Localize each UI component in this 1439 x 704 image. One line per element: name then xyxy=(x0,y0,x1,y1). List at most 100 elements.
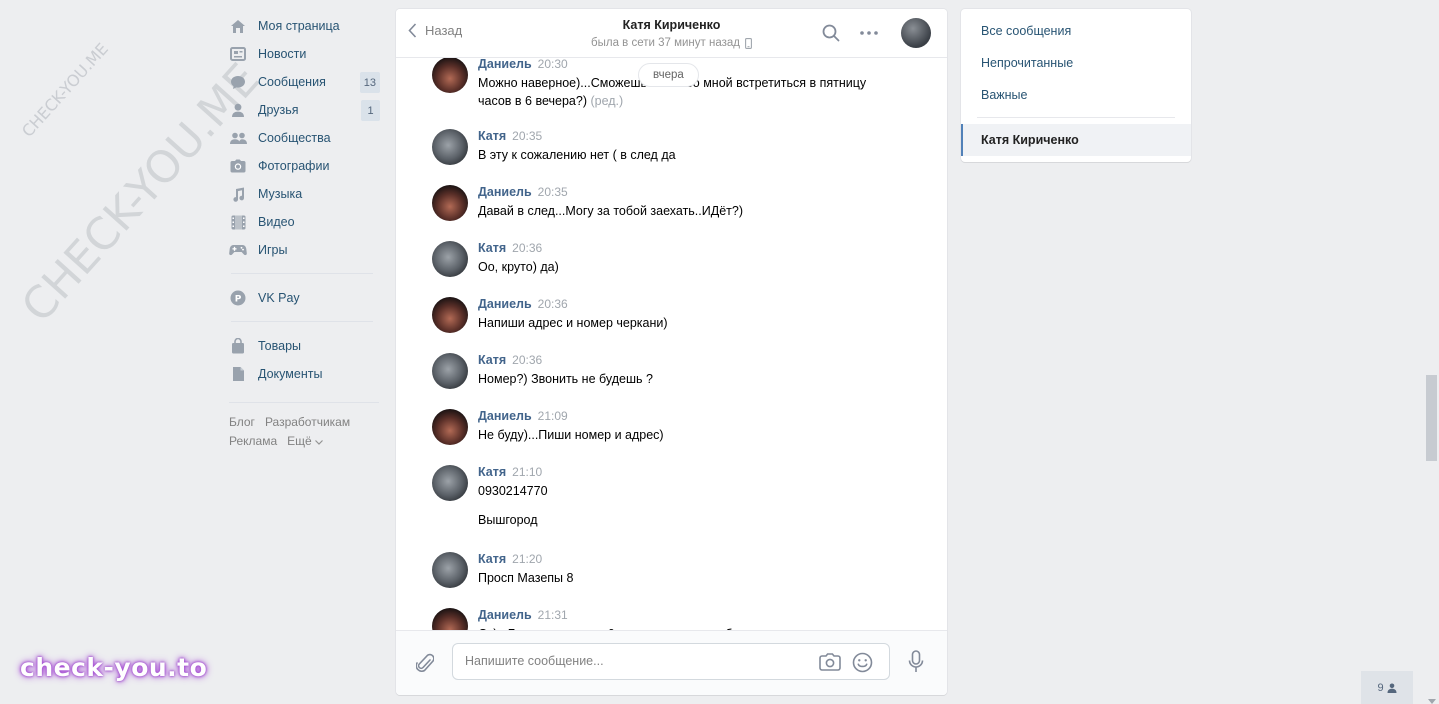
paperclip-icon[interactable] xyxy=(415,652,435,677)
message-text: Номер?) Звонить не будешь ? xyxy=(478,370,873,388)
author-name: Катя xyxy=(478,353,507,367)
chevron-down-icon xyxy=(315,439,323,445)
footer-blog-link[interactable]: Блог xyxy=(229,415,255,429)
video-icon xyxy=(229,213,247,231)
nav-item-video[interactable]: Видео xyxy=(229,208,381,236)
nav-item-photos[interactable]: Фотографии xyxy=(229,152,381,180)
panel-divider xyxy=(977,117,1175,118)
message-author[interactable]: Даниель 20:35 xyxy=(478,185,568,199)
active-dialog-tab[interactable]: Катя Кириченко xyxy=(961,124,1191,156)
dialogs-filter-panel: Все сообщения Непрочитанные Важные Катя … xyxy=(961,9,1191,162)
message-author[interactable]: Катя 20:36 xyxy=(478,353,542,367)
footer-ads-link[interactable]: Реклама xyxy=(229,434,277,448)
message-time[interactable]: 21:10 xyxy=(512,465,542,479)
day-separator: вчера xyxy=(638,63,699,87)
filter-important[interactable]: Важные xyxy=(961,79,1191,111)
message-author[interactable]: Катя 21:10 xyxy=(478,465,542,479)
message-time[interactable]: 21:20 xyxy=(512,552,542,566)
message-body: Просп Мазепы 8 xyxy=(478,571,574,585)
footer-dev-link[interactable]: Разработчикам xyxy=(265,415,350,429)
message-text: Просп Мазепы 8 xyxy=(478,569,873,587)
message-time[interactable]: 21:31 xyxy=(538,608,568,622)
nav-item-groups[interactable]: Сообщества xyxy=(229,124,381,152)
message-body: Оо, круто) да) xyxy=(478,260,559,274)
message-history[interactable]: вчера Даниель 20:30 Можно наверное)...Смож… xyxy=(396,58,947,630)
online-friends-button[interactable]: 9 xyxy=(1361,671,1413,704)
nav-item-games[interactable]: Игры xyxy=(229,236,381,264)
friends-icon xyxy=(229,101,247,119)
nav-item-messages[interactable]: Сообщения 13 xyxy=(229,68,381,96)
message-body: Не буду)...Пиши номер и адрес) xyxy=(478,428,664,442)
author-name: Даниель xyxy=(478,297,532,311)
nav-divider xyxy=(231,273,373,274)
message-time[interactable]: 20:35 xyxy=(538,185,568,199)
footer-more-link[interactable]: Ещё xyxy=(287,434,323,448)
message-author[interactable]: Даниель 21:09 xyxy=(478,409,568,423)
page-scrollbar-thumb[interactable] xyxy=(1426,375,1437,461)
message-time[interactable]: 20:36 xyxy=(538,297,568,311)
message-avatar[interactable] xyxy=(432,608,468,630)
messages-count-badge: 13 xyxy=(359,72,380,93)
message-author[interactable]: Даниель 21:31 xyxy=(478,608,568,622)
more-actions-icon[interactable] xyxy=(859,24,879,45)
nav-item-my-page[interactable]: Моя страница xyxy=(229,12,381,40)
scroll-down-arrow-icon[interactable] xyxy=(1428,693,1436,704)
author-name: Даниель xyxy=(478,409,532,423)
message-avatar[interactable] xyxy=(432,129,468,165)
nav-item-music[interactable]: Музыка xyxy=(229,180,381,208)
author-name: Даниель xyxy=(478,608,532,622)
brand-watermark: check-you.to xyxy=(20,653,208,682)
message-author[interactable]: Катя 20:36 xyxy=(478,241,542,255)
nav-item-news[interactable]: Новости xyxy=(229,40,381,68)
message-author[interactable]: Даниель 20:36 xyxy=(478,297,568,311)
emoji-icon[interactable] xyxy=(852,652,873,676)
message-composer xyxy=(396,630,947,695)
watermark-small: CHECK-YOU.ME xyxy=(18,39,112,141)
message-avatar[interactable] xyxy=(432,297,468,333)
home-icon xyxy=(229,17,247,35)
message-time[interactable]: 21:09 xyxy=(538,409,568,423)
message-text: Давай в след...Могу за тобой заехать..ИД… xyxy=(478,202,873,220)
message-avatar[interactable] xyxy=(432,465,468,501)
search-icon[interactable] xyxy=(822,24,840,45)
filter-all-messages[interactable]: Все сообщения xyxy=(961,15,1191,47)
message-avatar[interactable] xyxy=(432,58,468,93)
message-time[interactable]: 20:36 xyxy=(512,353,542,367)
messages-icon xyxy=(229,73,247,91)
message-time[interactable]: 20:36 xyxy=(512,241,542,255)
message-avatar[interactable] xyxy=(432,185,468,221)
message-time[interactable]: 20:30 xyxy=(538,58,568,71)
message-avatar[interactable] xyxy=(432,409,468,445)
nav-item-documents[interactable]: Документы xyxy=(229,360,381,388)
message-author[interactable]: Катя 21:20 xyxy=(478,552,542,566)
chat-header: Назад Катя Кириченко была в сети 37 мину… xyxy=(396,9,947,58)
message-time[interactable]: 20:35 xyxy=(512,129,542,143)
nav-item-vkpay[interactable]: P VK Pay xyxy=(229,284,381,312)
camera-icon[interactable] xyxy=(819,653,841,674)
message-body: Номер?) Звонить не будешь ? xyxy=(478,372,653,386)
microphone-icon[interactable] xyxy=(908,650,924,677)
svg-text:P: P xyxy=(235,295,242,305)
message-text: Оо, круто) да) xyxy=(478,258,873,276)
message-author[interactable]: Катя 20:35 xyxy=(478,129,542,143)
message-author[interactable]: Даниель 20:30 xyxy=(478,58,568,71)
message-text: Напиши адрес и номер черкани) xyxy=(478,314,873,332)
message-text: В эту к сожалению нет ( в след да xyxy=(478,146,873,164)
author-name: Даниель xyxy=(478,185,532,199)
message-body: 0930214770 xyxy=(478,484,548,498)
message-avatar[interactable] xyxy=(432,241,468,277)
message-avatar[interactable] xyxy=(432,353,468,389)
nav-item-friends[interactable]: Друзья 1 xyxy=(229,96,381,124)
nav-item-market[interactable]: Товары xyxy=(229,332,381,360)
music-icon xyxy=(229,185,247,203)
nav-footer: Блог Разработчикам Реклама Ещё xyxy=(229,402,379,450)
message-body: В эту к сожалению нет ( в след да xyxy=(478,148,676,162)
news-icon xyxy=(229,45,247,63)
filter-unread[interactable]: Непрочитанные xyxy=(961,47,1191,79)
author-name: Катя xyxy=(478,241,507,255)
message-input[interactable] xyxy=(465,654,805,668)
interlocutor-avatar[interactable] xyxy=(901,18,931,48)
message-avatar[interactable] xyxy=(432,552,468,588)
message-text: 0930214770 xyxy=(478,482,873,500)
message-input-box xyxy=(452,643,890,680)
